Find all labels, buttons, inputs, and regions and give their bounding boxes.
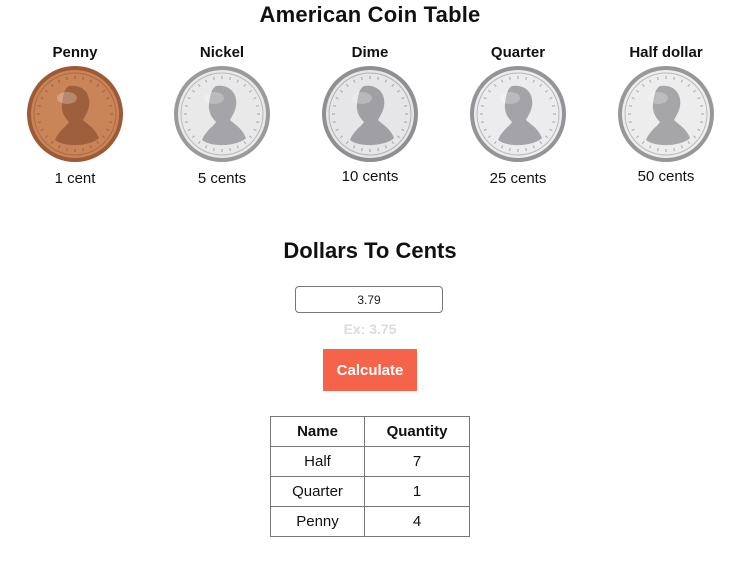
column-header-name: Name <box>270 416 365 447</box>
row-quantity: 1 <box>364 476 470 507</box>
coin-name: Dime <box>351 44 389 61</box>
calculate-button[interactable]: Calculate <box>323 349 417 391</box>
table-row: Penny 4 <box>270 506 470 537</box>
row-quantity: 4 <box>364 506 470 537</box>
coin-value: 50 cents <box>637 168 695 185</box>
table-header-row: Name Quantity <box>270 416 470 447</box>
dollar-amount-input[interactable] <box>295 286 443 313</box>
example-hint: Ex: 3.75 <box>343 321 397 337</box>
coin-name: Penny <box>52 44 98 61</box>
half-dollar-coin-icon <box>618 66 714 162</box>
coin-name: Quarter <box>490 44 546 61</box>
coin-value: 10 cents <box>341 168 399 185</box>
coin-name: Nickel <box>199 44 245 61</box>
coin-quarter: Quarter 25 cents <box>448 44 588 187</box>
column-header-quantity: Quantity <box>364 416 470 447</box>
coin-penny: Penny 1 cent <box>5 44 145 187</box>
row-coin-name: Half <box>270 446 365 477</box>
coin-name: Half dollar <box>629 44 703 61</box>
table-row: Half 7 <box>270 446 470 477</box>
coin-nickel: Nickel 5 cents <box>152 44 292 187</box>
coin-value: 5 cents <box>197 170 247 187</box>
table-row: Quarter 1 <box>270 476 470 507</box>
converter-title: Dollars To Cents <box>283 238 457 263</box>
row-coin-name: Penny <box>270 506 365 537</box>
row-quantity: 7 <box>364 446 470 477</box>
coin-value: 1 cent <box>54 170 96 187</box>
penny-coin-icon <box>27 66 123 162</box>
coin-half-dollar: Half dollar 50 cents <box>596 44 736 185</box>
page-title: American Coin Table <box>259 2 481 27</box>
dime-coin-icon <box>322 66 418 162</box>
result-table: Name Quantity Half 7 Quarter 1 Penny 4 <box>270 416 470 537</box>
nickel-coin-icon <box>174 66 270 162</box>
coin-dime: Dime 10 cents <box>300 44 440 185</box>
coin-value: 25 cents <box>489 170 547 187</box>
quarter-coin-icon <box>470 66 566 162</box>
row-coin-name: Quarter <box>270 476 365 507</box>
